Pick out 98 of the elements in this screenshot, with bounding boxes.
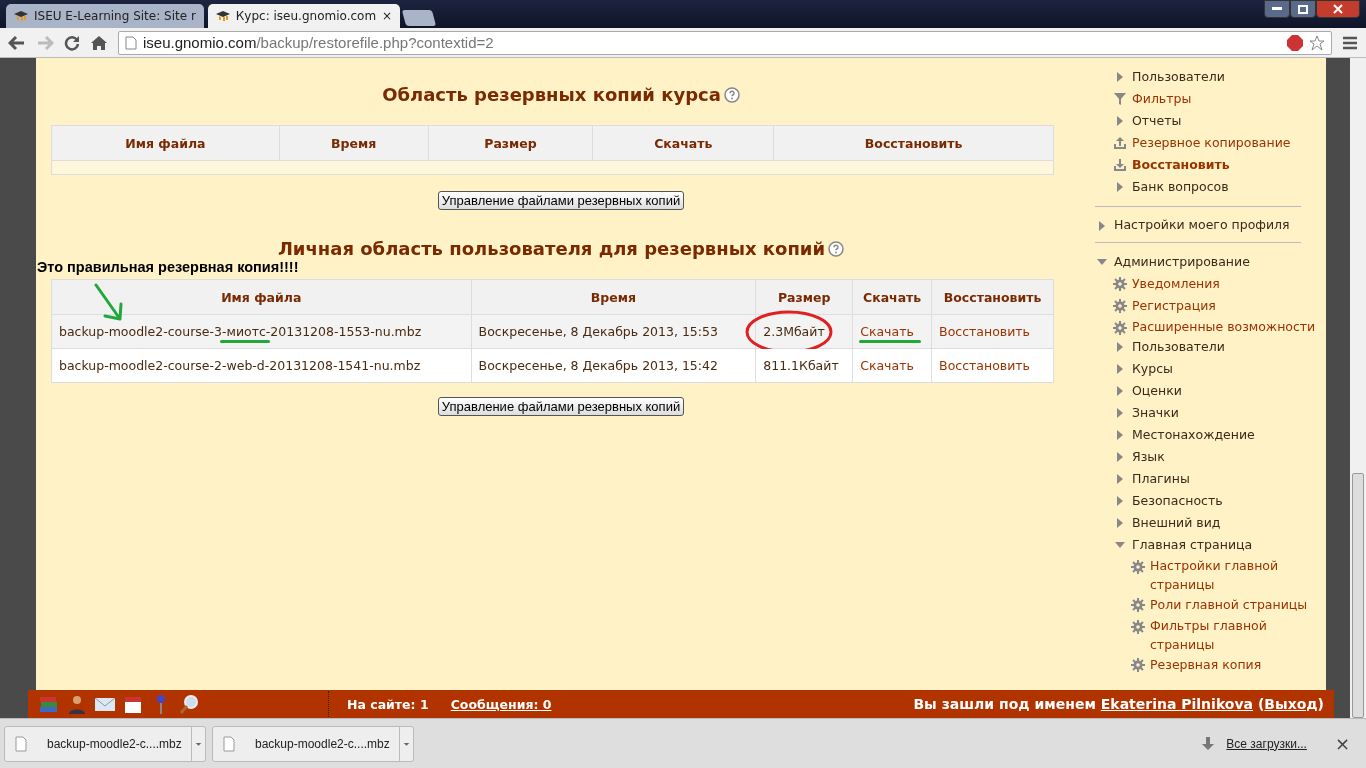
- gear-icon: [1131, 658, 1145, 672]
- section-title: Личная область пользователя для резервных копий: [277, 238, 826, 259]
- sidebar-item[interactable]: Безопасность: [1132, 490, 1223, 512]
- new-tab-button[interactable]: [402, 10, 437, 26]
- browser-tab[interactable]: ISEU E-Learning Site: Site r: [6, 4, 204, 28]
- sidebar-item[interactable]: Местонахождение: [1132, 424, 1255, 446]
- gear-icon: [1131, 620, 1145, 634]
- table-cell: backup-moodle2-course-2-web-d-20131208-1541-nu.mbz: [51, 348, 472, 383]
- sidebar-item[interactable]: Отчеты: [1132, 110, 1182, 132]
- gear-icon: [1131, 560, 1145, 574]
- sidebar-item[interactable]: Восстановить: [1132, 154, 1230, 176]
- user-link[interactable]: Ekaterina Pilnikova: [1100, 696, 1253, 712]
- funnel-icon: [1113, 92, 1127, 106]
- file-icon: [223, 735, 235, 752]
- sidebar-item[interactable]: Значки: [1132, 402, 1179, 424]
- column-header: Время: [471, 279, 756, 315]
- sidebar-item[interactable]: Резервная копия: [1150, 654, 1262, 676]
- sidebar-item[interactable]: Банк вопросов: [1132, 176, 1229, 198]
- download-item[interactable]: backup-moodle2-c....mbz: [212, 725, 414, 762]
- table-cell: Воскресенье, 8 Декабрь 2013, 15:42: [471, 348, 756, 383]
- tab-title: Курс: iseu.gnomio.com: [235, 9, 377, 23]
- close-icon: [1333, 4, 1343, 14]
- gear-icon: [1113, 277, 1127, 291]
- all-downloads-link[interactable]: Все загрузки...: [1226, 736, 1307, 751]
- table-cell: 811.1Кбайт: [755, 348, 853, 383]
- sidebar-item[interactable]: Регистрация: [1132, 295, 1216, 317]
- manage-files-button[interactable]: Управление файлами резервных копий: [437, 191, 685, 210]
- sidebar-item[interactable]: Внешний вид: [1132, 512, 1221, 534]
- close-icon[interactable]: ×: [1334, 733, 1350, 754]
- download-icon: [1113, 158, 1127, 172]
- url-host: iseu.gnomio.com: [143, 34, 257, 51]
- gear-icon: [1131, 598, 1145, 612]
- column-header: Скачать: [592, 125, 774, 161]
- sidebar-item[interactable]: Резервное копирование: [1132, 132, 1291, 154]
- column-header: Время: [279, 125, 429, 161]
- sidebar-item[interactable]: Фильтры: [1132, 88, 1192, 110]
- login-info: Вы зашли под именем Ekaterina Pilnikova (Выход): [913, 696, 1324, 712]
- close-button[interactable]: [1316, 0, 1360, 18]
- column-header: Восстановить: [773, 125, 1054, 161]
- sidebar-item[interactable]: Оценки: [1132, 380, 1182, 402]
- tab-title: ISEU E-Learning Site: Site r: [34, 9, 196, 23]
- upload-icon: [1113, 136, 1127, 150]
- mortarboard-icon: [215, 10, 230, 22]
- column-header: Имя файла: [51, 125, 280, 161]
- messages-link[interactable]: Сообщения: 0: [450, 696, 552, 712]
- minimize-icon: [1272, 7, 1282, 11]
- download-item[interactable]: backup-moodle2-c....mbz: [4, 725, 206, 762]
- gear-icon: [1113, 321, 1127, 335]
- sidebar-item[interactable]: Пользователи: [1132, 66, 1225, 88]
- annotation-text: Это правильная резервная копия!!!!: [37, 259, 299, 275]
- sidebar-item[interactable]: Плагины: [1132, 468, 1190, 490]
- back-icon[interactable]: [8, 34, 26, 51]
- file-icon: [15, 735, 27, 752]
- sidebar-item[interactable]: Фильтры главной страницы: [1150, 616, 1321, 654]
- table-cell: Воскресенье, 8 Декабрь 2013, 15:53: [471, 314, 756, 349]
- search-icon[interactable]: [178, 693, 200, 715]
- sidebar-item[interactable]: Пользователи: [1132, 336, 1225, 358]
- download-arrow-icon: [1202, 736, 1215, 751]
- column-header: Скачать: [852, 279, 932, 315]
- sidebar-item[interactable]: Настройки моего профиля: [1114, 215, 1290, 234]
- star-icon[interactable]: [1309, 34, 1325, 51]
- forward-icon[interactable]: [36, 34, 54, 51]
- stop-sign-icon[interactable]: [1287, 34, 1303, 51]
- sidebar-item[interactable]: Главная страница: [1132, 534, 1253, 556]
- sidebar-item[interactable]: Курсы: [1132, 358, 1173, 380]
- close-icon[interactable]: ×: [382, 9, 393, 23]
- help-icon[interactable]: [723, 86, 740, 103]
- sidebar-item[interactable]: Настройки главной страницы: [1150, 556, 1321, 594]
- logout-link[interactable]: Выход: [1264, 696, 1318, 712]
- gear-icon: [1113, 299, 1127, 313]
- online-count: На сайте: 1: [347, 696, 429, 712]
- column-header: Имя файла: [51, 279, 472, 315]
- sidebar-item[interactable]: Расширенные возможности: [1132, 317, 1316, 336]
- menu-icon[interactable]: [1342, 35, 1358, 50]
- page-icon: [125, 35, 137, 50]
- help-icon[interactable]: [828, 240, 845, 257]
- sidebar-item[interactable]: Администрирование: [1114, 251, 1250, 273]
- sidebar-item[interactable]: Роли главной страницы: [1150, 594, 1308, 616]
- address-bar[interactable]: iseu.gnomio.com/backup/restorefile.php?contextid=2: [118, 30, 1332, 55]
- mortarboard-icon: [14, 10, 28, 22]
- scrollbar[interactable]: [1350, 58, 1366, 718]
- sidebar-item[interactable]: Язык: [1132, 446, 1165, 468]
- underline-mark: [859, 340, 922, 343]
- minimize-button[interactable]: [1264, 0, 1290, 18]
- maximize-button[interactable]: [1290, 0, 1316, 18]
- underline-mark: [220, 340, 270, 343]
- person-icon[interactable]: [66, 693, 88, 715]
- manage-files-button[interactable]: Управление файлами резервных копий: [437, 397, 685, 416]
- url-path: /backup/restorefile.php?contextid=2: [256, 34, 494, 51]
- sidebar-item[interactable]: Уведомления: [1132, 273, 1220, 295]
- column-header: Восстановить: [931, 279, 1054, 315]
- home-icon[interactable]: [90, 34, 108, 51]
- maximize-icon: [1298, 4, 1308, 14]
- section-title: Область резервных копий курса: [382, 84, 721, 105]
- column-header: Размер: [755, 279, 853, 315]
- browser-tab[interactable]: Курс: iseu.gnomio.com ×: [207, 4, 401, 28]
- reload-icon[interactable]: [64, 34, 80, 51]
- column-header: Размер: [428, 125, 593, 161]
